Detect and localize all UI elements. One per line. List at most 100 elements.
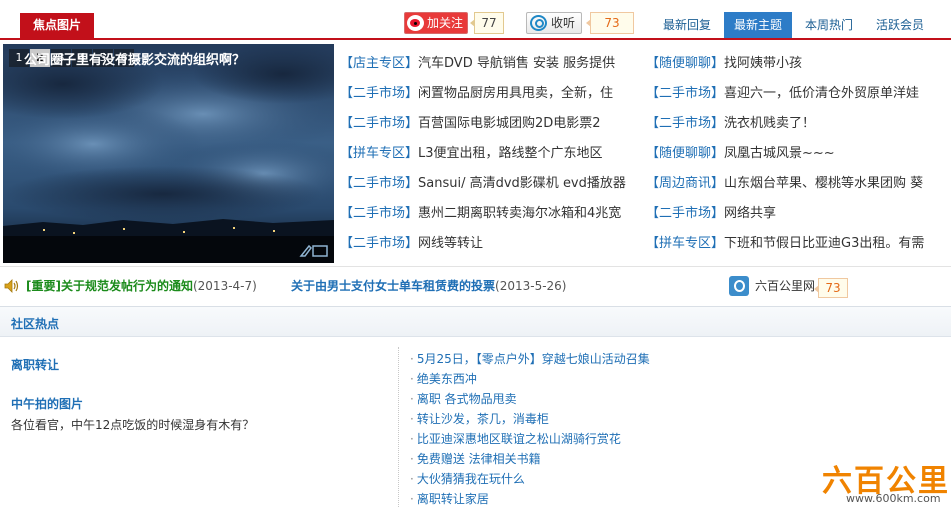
follow-label: 加关注: [427, 16, 464, 30]
post-tabs: 最新回复 最新主题 本周热门 活跃会员: [653, 12, 937, 38]
post-title[interactable]: 凤凰古城风景~~~: [724, 146, 835, 161]
post-category[interactable]: 【周边商讯】: [646, 176, 724, 191]
focus-images-tab[interactable]: 焦点图片: [20, 13, 94, 38]
hot-topic-item[interactable]: · 转让沙发，茶几，消毒柜: [410, 409, 549, 429]
notice-item[interactable]: [重要]关于规范发帖行为的通知(2013-4-7): [26, 276, 257, 296]
featured-topic-title[interactable]: 离职转让: [11, 356, 59, 373]
post-category[interactable]: 【二手市场】: [340, 206, 418, 221]
follow-count-badge: 77: [470, 12, 504, 34]
post-item[interactable]: 【二手市场】喜迎六一，低价清仓外贸原单洋娃: [646, 82, 951, 106]
hot-topic-link[interactable]: 比亚迪深惠地区联谊之松山湖骑行赏花: [417, 432, 621, 446]
tab-weekly-hot[interactable]: 本周热门: [795, 12, 863, 38]
tab-active-members[interactable]: 活跃会员: [866, 12, 934, 38]
post-title[interactable]: 喜迎六一，低价清仓外贸原单洋娃: [724, 86, 919, 101]
focus-slideshow[interactable]: 1 2 3 4 5 6 公司圈子里有没有摄影交流的组织啊？: [3, 44, 334, 263]
bullet-icon: ·: [410, 452, 414, 466]
post-item[interactable]: 【二手市场】网线等转让: [340, 232, 643, 256]
bullet-icon: ·: [410, 372, 414, 386]
qq-listen-button[interactable]: 收听: [526, 12, 582, 34]
post-item[interactable]: 【二手市场】惠州二期离职转卖海尔冰箱和4兆宽: [340, 202, 643, 226]
post-category[interactable]: 【二手市场】: [646, 206, 724, 221]
post-item[interactable]: 【随便聊聊】找阿姨带小孩: [646, 52, 951, 76]
post-category[interactable]: 【二手市场】: [340, 86, 418, 101]
post-title[interactable]: Sansui/ 高清dvd影碟机 evd播放器: [418, 176, 626, 191]
post-category[interactable]: 【店主专区】: [340, 56, 418, 71]
post-category[interactable]: 【二手市场】: [340, 116, 418, 131]
hot-topic-link[interactable]: 离职 各式物品甩卖: [417, 392, 517, 406]
post-title[interactable]: 闲置物品厨房用具甩卖，全新，住: [418, 86, 613, 101]
post-item[interactable]: 【二手市场】百营国际电影城团购2D电影票2: [340, 112, 643, 136]
hot-topic-item[interactable]: · 离职转让家居: [410, 489, 489, 508]
post-item[interactable]: 【拼车专区】下班和节假日比亚迪G3出租。有需: [646, 232, 951, 256]
caption-bar: [3, 236, 334, 263]
post-category[interactable]: 【二手市场】: [340, 236, 418, 251]
post-title[interactable]: 找阿姨带小孩: [724, 56, 802, 71]
post-item[interactable]: 【二手市场】闲置物品厨房用具甩卖，全新，住: [340, 82, 643, 106]
post-title[interactable]: 网线等转让: [418, 236, 483, 251]
listen-count-badge: 73: [586, 12, 634, 34]
hot-topic-item[interactable]: · 比亚迪深惠地区联谊之松山湖骑行赏花: [410, 429, 621, 449]
slide-caption-link[interactable]: 公司圈子里有没有摄影交流的组织啊？: [24, 49, 245, 68]
hot-topic-link[interactable]: 5月25日，【零点户外】穿越七娘山活动召集: [417, 352, 650, 366]
hot-topic-item[interactable]: · 免费赠送 法律相关书籍: [410, 449, 541, 469]
hot-topic-link[interactable]: 大伙猜猜我在玩什么: [417, 472, 525, 486]
hot-topic-item[interactable]: · 大伙猜猜我在玩什么: [410, 469, 525, 489]
post-category[interactable]: 【拼车专区】: [340, 146, 418, 161]
notice-title[interactable]: [重要]关于规范发帖行为的通知: [26, 279, 193, 293]
site-follow-count: 73: [814, 278, 848, 298]
site-watermark-logo: 六百公里 www.600km.com: [818, 456, 948, 506]
post-category[interactable]: 【二手市场】: [340, 176, 418, 191]
hot-topic-link[interactable]: 绝美东西冲: [417, 372, 477, 386]
hot-topic-item[interactable]: · 5月25日，【零点户外】穿越七娘山活动召集: [410, 349, 650, 369]
post-item[interactable]: 【二手市场】Sansui/ 高清dvd影碟机 evd播放器: [340, 172, 643, 196]
watermark-url: www.600km.com: [846, 492, 941, 505]
hot-topic-link[interactable]: 离职转让家居: [417, 492, 489, 506]
featured-topic: 中午拍的图片 各位看官，中午12点吃饭的时候湿身有木有？: [11, 395, 254, 433]
notice-item[interactable]: 关于由男士支付女士单车租赁费的投票(2013-5-26): [291, 276, 566, 296]
hot-topic-link[interactable]: 转让沙发，茶几，消毒柜: [417, 412, 549, 426]
section-divider: [0, 266, 951, 267]
featured-topic-title[interactable]: 中午拍的图片: [11, 395, 254, 412]
post-title[interactable]: 山东烟台苹果、樱桃等水果团购 葵: [724, 176, 923, 191]
post-item[interactable]: 【拼车专区】L3便宜出租，路线整个广东地区: [340, 142, 643, 166]
post-item[interactable]: 【随便聊聊】凤凰古城风景~~~: [646, 142, 951, 166]
hot-topic-item[interactable]: · 绝美东西冲: [410, 369, 477, 389]
bullet-icon: ·: [410, 412, 414, 426]
post-category[interactable]: 【随便聊聊】: [646, 146, 724, 161]
hot-topic-link[interactable]: 免费赠送 法律相关书籍: [417, 452, 541, 466]
post-category[interactable]: 【二手市场】: [646, 86, 724, 101]
post-title[interactable]: 百营国际电影城团购2D电影票2: [418, 116, 601, 131]
post-title[interactable]: 网络共享: [724, 206, 776, 221]
community-title: 社区热点: [11, 317, 60, 331]
listen-label: 收听: [551, 16, 576, 30]
bullet-icon: ·: [410, 472, 414, 486]
community-hot-section: 社区热点 离职转让 中午拍的图片 各位看官，中午12点吃饭的时候湿身有木有？ ·…: [0, 306, 951, 508]
post-title[interactable]: L3便宜出租，路线整个广东地区: [418, 146, 603, 161]
hot-topic-item[interactable]: · 离职 各式物品甩卖: [410, 389, 517, 409]
bullet-icon: ·: [410, 492, 414, 506]
post-title[interactable]: 汽车DVD 导航销售 安装 服务提供: [418, 56, 615, 71]
weibo-icon: [407, 15, 424, 31]
post-item[interactable]: 【周边商讯】山东烟台苹果、樱桃等水果团购 葵: [646, 172, 951, 196]
weibo-follow-button[interactable]: 加关注: [404, 12, 468, 34]
notice-date: (2013-5-26): [495, 279, 567, 293]
site-follow-name[interactable]: 六百公里网: [755, 276, 815, 296]
site-logo-watermark-small: [299, 242, 331, 260]
post-item[interactable]: 【二手市场】洗衣机贱卖了！: [646, 112, 951, 136]
qq-weibo-icon: [530, 15, 547, 31]
notice-title[interactable]: 关于由男士支付女士单车租赁费的投票: [291, 279, 495, 293]
post-title[interactable]: 下班和节假日比亚迪G3出租。有需: [724, 236, 924, 251]
slide-image: [3, 44, 334, 263]
post-title[interactable]: 洗衣机贱卖了！: [724, 116, 815, 131]
qq-weibo-icon: [729, 276, 749, 296]
bullet-icon: ·: [410, 392, 414, 406]
post-category[interactable]: 【随便聊聊】: [646, 56, 724, 71]
tab-latest-topics[interactable]: 最新主题: [724, 12, 793, 38]
post-title[interactable]: 惠州二期离职转卖海尔冰箱和4兆宽: [418, 206, 621, 221]
post-category[interactable]: 【拼车专区】: [646, 236, 724, 251]
tab-latest-replies[interactable]: 最新回复: [653, 12, 721, 38]
post-item[interactable]: 【店主专区】汽车DVD 导航销售 安装 服务提供: [340, 52, 643, 76]
post-category[interactable]: 【二手市场】: [646, 116, 724, 131]
community-header: 社区热点: [0, 307, 951, 337]
post-item[interactable]: 【二手市场】网络共享: [646, 202, 951, 226]
